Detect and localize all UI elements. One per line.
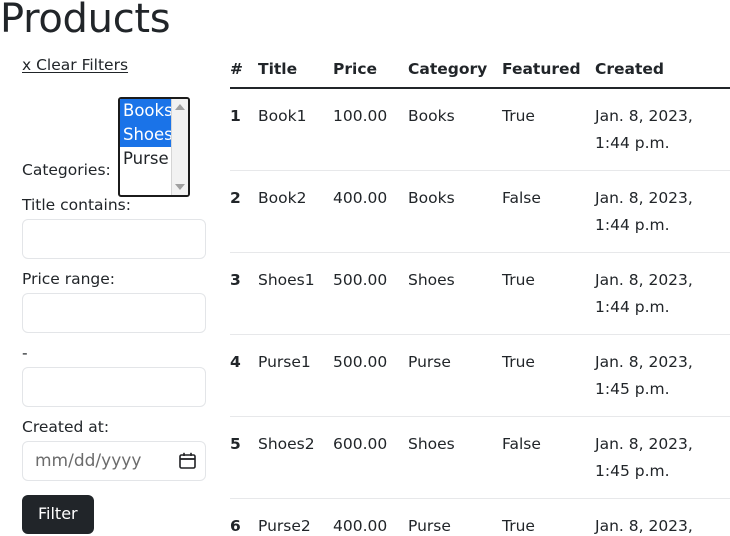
title-contains-input[interactable]	[22, 219, 206, 259]
cell-index: 3	[230, 252, 258, 335]
column-header-featured: Featured	[502, 60, 595, 89]
column-header-title: Title	[258, 60, 333, 89]
cell-price: 400.00	[333, 498, 408, 536]
cell-title: Book2	[258, 170, 333, 253]
scroll-down-arrow-icon[interactable]	[175, 184, 185, 190]
cell-category: Shoes	[408, 252, 502, 335]
cell-created: Jan. 8, 2023, 1:44 p.m.	[595, 252, 730, 335]
categories-field: Categories: Books Shoes Purse	[22, 75, 212, 197]
price-max-input[interactable]	[22, 367, 206, 407]
cell-category: Books	[408, 170, 502, 253]
cell-category: Shoes	[408, 416, 502, 499]
cell-featured: False	[502, 416, 595, 499]
cell-featured: True	[502, 334, 595, 417]
cell-title: Book1	[258, 88, 333, 171]
categories-label: Categories:	[22, 161, 111, 179]
categories-option-shoes[interactable]: Shoes	[120, 123, 171, 147]
table-row: 3 Shoes1 500.00 Shoes True Jan. 8, 2023,…	[230, 252, 730, 335]
cell-category: Books	[408, 88, 502, 171]
cell-price: 500.00	[333, 252, 408, 335]
cell-title: Purse1	[258, 334, 333, 417]
table-row: 5 Shoes2 600.00 Shoes False Jan. 8, 2023…	[230, 416, 730, 499]
cell-price: 100.00	[333, 88, 408, 171]
column-header-category: Category	[408, 60, 502, 89]
calendar-icon[interactable]	[179, 452, 196, 469]
cell-title: Purse2	[258, 498, 333, 536]
cell-title: Shoes1	[258, 252, 333, 335]
page-title: Products	[0, 0, 171, 42]
cell-price: 400.00	[333, 170, 408, 253]
price-range-separator: -	[22, 344, 28, 362]
table-row: 4 Purse1 500.00 Purse True Jan. 8, 2023,…	[230, 334, 730, 417]
price-min-input[interactable]	[22, 293, 206, 333]
cell-index: 4	[230, 334, 258, 417]
column-header-price: Price	[333, 60, 408, 89]
cell-category: Purse	[408, 334, 502, 417]
table-header: # Title Price Category Featured Created	[230, 60, 730, 89]
categories-option-list: Books Shoes Purse	[120, 99, 171, 195]
cell-created: Jan. 8, 2023, 1:44 p.m.	[595, 170, 730, 253]
categories-scrollbar[interactable]	[171, 99, 188, 195]
cell-featured: True	[502, 252, 595, 335]
price-range-label: Price range:	[22, 270, 116, 288]
table-row: 2 Book2 400.00 Books False Jan. 8, 2023,…	[230, 170, 730, 253]
title-contains-label: Title contains:	[22, 196, 131, 214]
categories-multiselect[interactable]: Books Shoes Purse	[118, 97, 190, 197]
products-table: # Title Price Category Featured Created …	[230, 60, 730, 536]
categories-option-purse[interactable]: Purse	[120, 147, 171, 171]
cell-featured: False	[502, 170, 595, 253]
cell-featured: True	[502, 88, 595, 171]
clear-filters-link[interactable]: x Clear Filters	[22, 56, 128, 75]
cell-title: Shoes2	[258, 416, 333, 499]
table-row: 1 Book1 100.00 Books True Jan. 8, 2023, …	[230, 88, 730, 171]
cell-created: Jan. 8, 2023, 1:45 p.m.	[595, 498, 730, 536]
cell-created: Jan. 8, 2023, 1:44 p.m.	[595, 88, 730, 171]
categories-option-books[interactable]: Books	[120, 99, 171, 123]
scroll-up-arrow-icon[interactable]	[175, 104, 185, 110]
cell-index: 1	[230, 88, 258, 171]
table-body: 1 Book1 100.00 Books True Jan. 8, 2023, …	[230, 88, 730, 536]
cell-index: 5	[230, 416, 258, 499]
cell-created: Jan. 8, 2023, 1:45 p.m.	[595, 416, 730, 499]
cell-index: 2	[230, 170, 258, 253]
filter-form: x Clear Filters Categories: Books Shoes …	[22, 55, 212, 534]
cell-featured: True	[502, 498, 595, 536]
filter-submit-button[interactable]: Filter	[22, 495, 94, 534]
created-at-field: mm/dd/yyyy	[22, 441, 206, 481]
created-at-label: Created at:	[22, 418, 110, 436]
table-row: 6 Purse2 400.00 Purse True Jan. 8, 2023,…	[230, 498, 730, 536]
cell-created: Jan. 8, 2023, 1:45 p.m.	[595, 334, 730, 417]
column-header-created: Created	[595, 60, 730, 89]
column-header-index: #	[230, 60, 258, 89]
products-page: Products x Clear Filters Categories: Boo…	[0, 0, 730, 536]
products-table-container: # Title Price Category Featured Created …	[230, 60, 730, 536]
table-header-row: # Title Price Category Featured Created	[230, 60, 730, 89]
cell-price: 600.00	[333, 416, 408, 499]
cell-category: Purse	[408, 498, 502, 536]
cell-index: 6	[230, 498, 258, 536]
cell-price: 500.00	[333, 334, 408, 417]
